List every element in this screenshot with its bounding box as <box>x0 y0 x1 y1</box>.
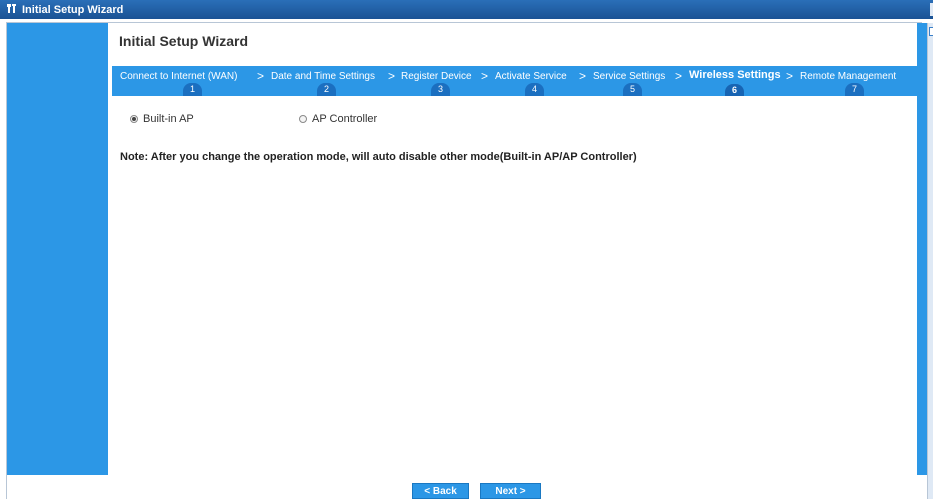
chevron-right-icon: > <box>786 69 794 83</box>
wrench-icon <box>0 3 22 17</box>
step-number: 7 <box>845 83 864 96</box>
left-side-panel <box>7 23 108 475</box>
radio-label: AP Controller <box>312 113 378 125</box>
radio-built-in-ap[interactable]: Built-in AP <box>130 113 194 125</box>
chevron-right-icon: > <box>388 69 396 83</box>
radio-selected-icon[interactable] <box>130 115 138 123</box>
window-titlebar: Initial Setup Wizard <box>0 0 933 19</box>
step-label: Activate Service <box>495 71 567 82</box>
chevron-right-icon: > <box>481 69 489 83</box>
step-number: 6 <box>725 84 744 96</box>
step-label: Connect to Internet (WAN) <box>120 71 238 82</box>
chevron-right-icon: > <box>257 69 265 83</box>
wizard-title: Initial Setup Wizard <box>119 33 248 49</box>
window-title: Initial Setup Wizard <box>22 3 124 16</box>
radio-ap-controller[interactable]: AP Controller <box>299 113 377 125</box>
radio-label: Built-in AP <box>143 113 194 125</box>
scrollbar[interactable] <box>927 23 933 499</box>
operation-mode-note: Note: After you change the operation mod… <box>120 151 637 163</box>
step-number: 5 <box>623 83 642 96</box>
step-number: 3 <box>431 83 450 96</box>
step-label: Date and Time Settings <box>271 71 375 82</box>
step-label: Service Settings <box>593 71 666 82</box>
radio-unselected-icon[interactable] <box>299 115 307 123</box>
next-button[interactable]: Next > <box>480 483 541 499</box>
step-number: 4 <box>525 83 544 96</box>
right-side-panel <box>917 23 927 475</box>
chevron-right-icon: > <box>579 69 587 83</box>
step-label: Register Device <box>401 71 472 82</box>
step-label: Remote Management <box>800 71 897 82</box>
scroll-toggle-icon[interactable] <box>929 27 933 36</box>
back-button[interactable]: < Back <box>412 483 469 499</box>
step-number: 1 <box>183 83 202 96</box>
chevron-right-icon: > <box>675 69 683 83</box>
step-number: 2 <box>317 83 336 96</box>
wizard-steps-bar: Connect to Internet (WAN) 1 > Date and T… <box>112 66 917 96</box>
step-label: Wireless Settings <box>689 69 781 81</box>
